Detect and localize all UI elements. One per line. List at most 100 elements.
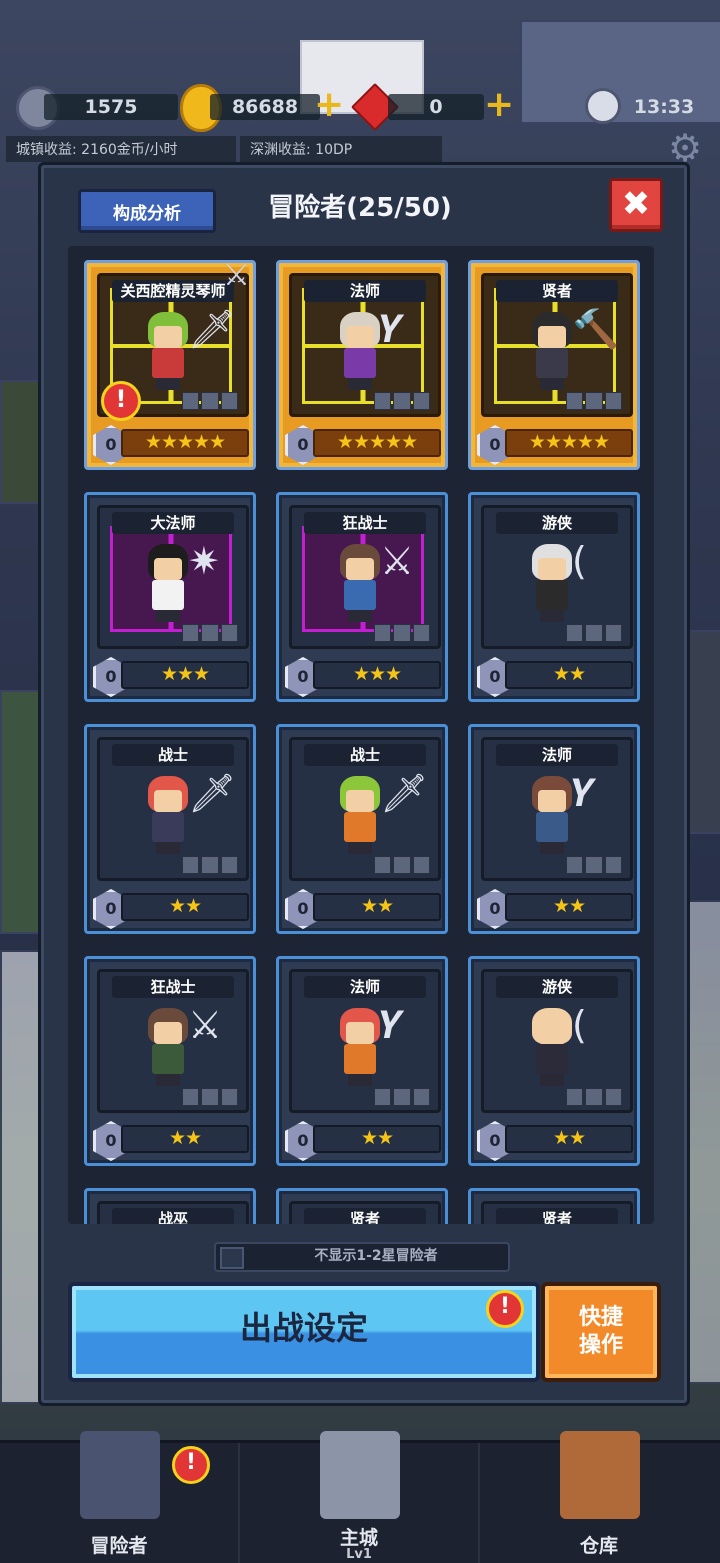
adventurer-sprite: [334, 544, 386, 624]
armor-slot-icon: [585, 1088, 603, 1106]
panel-title: 冒险者(25/50): [268, 193, 452, 223]
adventurer-card[interactable]: 关西腔精灵琴师 🗡 0 ★★★★★! ⚔: [84, 259, 256, 470]
portrait-frame: 法师 𝒀: [289, 969, 441, 1113]
adventurer-class: 战士: [304, 744, 426, 766]
moon-resource: 1575: [44, 94, 178, 120]
hide-low-star-toggle[interactable]: 不显示1-2星冒险者: [214, 1242, 510, 1272]
quick-operation-button[interactable]: 快捷 操作: [541, 1282, 661, 1382]
card-footer: 0 ★★★★★: [93, 425, 249, 465]
nav-warehouse[interactable]: 仓库: [480, 1431, 718, 1563]
composition-analysis-button[interactable]: 构成分析: [78, 189, 216, 233]
boots-slot-icon: [604, 392, 622, 410]
star-rating: ★★: [505, 1125, 633, 1153]
gold-resource: 86688: [210, 94, 320, 120]
adventurer-class: 狂战士: [304, 512, 426, 534]
adventurer-card[interactable]: 游侠 (0 ★★: [468, 956, 640, 1166]
bottom-nav: 冒险者 主城 Lv1 仓库: [0, 1431, 720, 1563]
warehouse-icon: [560, 1431, 640, 1519]
portrait-frame: 贤者: [289, 1201, 441, 1224]
face: [154, 326, 182, 348]
card-footer: 0 ★★: [93, 889, 249, 929]
adventurer-sprite: [526, 776, 578, 856]
star-rating: ★★★★★: [505, 429, 633, 457]
legs: [156, 842, 180, 854]
close-button[interactable]: ✖: [609, 178, 663, 232]
armor-slot-icon: [393, 392, 411, 410]
adventurer-sprite: [142, 312, 194, 392]
weapon-slot-icon: [566, 624, 584, 642]
adventurer-card[interactable]: 贤者: [468, 1188, 640, 1224]
adventurer-card[interactable]: 战士 🗡 0 ★★: [84, 724, 256, 934]
weapon-slot-icon: [374, 392, 392, 410]
armor-slot-icon: [585, 624, 603, 642]
gem-resource: 0: [388, 94, 484, 120]
adventurer-card[interactable]: 游侠 (0 ★★: [468, 492, 640, 702]
adventurer-class: 大法师: [112, 512, 234, 534]
armor-slot-icon: [393, 856, 411, 874]
star-rating: ★★: [313, 893, 441, 921]
adventurer-card[interactable]: 战士 🗡 0 ★★: [276, 724, 448, 934]
game-time: 13:33: [633, 96, 695, 118]
legs: [348, 378, 372, 390]
portrait-frame: 大法师 ✷: [97, 505, 249, 649]
outfit: [344, 348, 376, 378]
armor-slot-icon: [201, 624, 219, 642]
adventurer-sprite: [526, 544, 578, 624]
top-hud: 1575 86688 + 0 + 13:33 城镇收益: 2160金币/小时 深…: [0, 82, 720, 168]
portrait-frame: 贤者 🔨: [481, 273, 633, 417]
outfit: [536, 348, 568, 378]
adventurer-card[interactable]: 贤者: [276, 1188, 448, 1224]
legs: [348, 610, 372, 622]
boots-slot-icon: [220, 624, 238, 642]
weapon-icon: 𝒀: [572, 771, 595, 815]
sortie-settings-button[interactable]: 出战设定: [68, 1282, 540, 1382]
adventurer-card[interactable]: 贤者 🔨 0 ★★★★★: [468, 260, 640, 470]
adventurer-grid[interactable]: 关西腔精灵琴师 🗡 0 ★★★★★! ⚔ 法师 𝒀 0 ★★★★★ 贤者 🔨 0 ★★★★★ 大法师 ✷ 0 ★…: [68, 246, 654, 1224]
card-footer: 0 ★★: [477, 657, 633, 697]
card-footer: 0 ★★: [477, 889, 633, 929]
weapon-icon: 🔨: [572, 307, 620, 351]
boots-slot-icon: [604, 856, 622, 874]
boots-slot-icon: [412, 392, 430, 410]
legs: [540, 1074, 564, 1086]
adventurer-sprite: [334, 312, 386, 392]
face: [154, 790, 182, 812]
nav-main-city[interactable]: 主城 Lv1: [240, 1431, 480, 1563]
add-gold-icon[interactable]: +: [314, 87, 344, 123]
adventurer-sprite: [142, 544, 194, 624]
checkbox[interactable]: [220, 1247, 244, 1269]
weapon-slot-icon: [566, 1088, 584, 1106]
armor-slot-icon: [201, 392, 219, 410]
star-rating: ★★: [121, 1125, 249, 1153]
outfit: [536, 580, 568, 610]
weapon-slot-icon: [182, 856, 200, 874]
adventurer-card[interactable]: 狂战士 ⚔ 0 ★★★: [276, 492, 448, 702]
adventurer-card[interactable]: 法师 𝒀 0 ★★: [276, 956, 448, 1166]
boots-slot-icon: [604, 1088, 622, 1106]
adventurer-class: 狂战士: [112, 976, 234, 998]
outfit: [344, 580, 376, 610]
abyss-income: 深渊收益: 10DP: [240, 136, 442, 162]
face: [346, 326, 374, 348]
card-footer: 0 ★★: [93, 1121, 249, 1161]
armor-slot-icon: [201, 1088, 219, 1106]
adventurer-card[interactable]: 法师 𝒀 0 ★★: [468, 724, 640, 934]
adventurer-card[interactable]: 法师 𝒀 0 ★★★★★: [276, 260, 448, 470]
portrait-frame: 法师 𝒀: [481, 737, 633, 881]
armor-slot-icon: [393, 624, 411, 642]
alert-icon: !: [486, 1290, 524, 1328]
quick-label-line1: 快捷: [578, 1305, 623, 1330]
armor-slot-icon: [585, 392, 603, 410]
adventurer-card[interactable]: 狂战士 ⚔ 0 ★★: [84, 956, 256, 1166]
adventurer-class: 游侠: [496, 512, 618, 534]
portrait-frame: 法师 𝒀: [289, 273, 441, 417]
legs: [156, 610, 180, 622]
face: [538, 1022, 566, 1044]
add-gem-icon[interactable]: +: [484, 87, 514, 123]
weapon-icon: 🗡: [380, 771, 429, 815]
adventurer-class: 关西腔精灵琴师: [112, 280, 234, 302]
adventurer-card[interactable]: 大法师 ✷ 0 ★★★: [84, 492, 256, 702]
adventurer-card[interactable]: 战巫: [84, 1188, 256, 1224]
face: [538, 558, 566, 580]
star-rating: ★★★★★: [313, 429, 441, 457]
